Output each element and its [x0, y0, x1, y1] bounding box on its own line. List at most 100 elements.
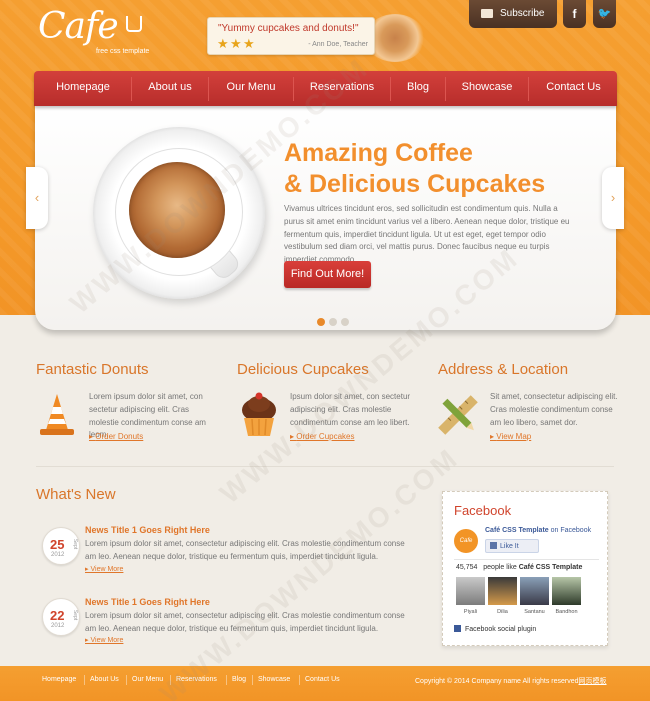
- order-donuts-link[interactable]: ▸ Order Donuts: [89, 432, 143, 441]
- footer-divider: [226, 675, 227, 685]
- star-icon: ★: [243, 36, 255, 51]
- view-more-label: View More: [90, 637, 124, 644]
- nav-item-blog[interactable]: Blog: [392, 71, 444, 106]
- like-count-page: Café CSS Template: [518, 564, 583, 571]
- nav-divider: [528, 77, 529, 101]
- view-more-link[interactable]: ▸ View More: [85, 565, 123, 573]
- page-avatar[interactable]: Cafe: [454, 529, 478, 553]
- quote-author: - Ann Doe, Teacher: [308, 41, 368, 48]
- facebook-plugin-link[interactable]: Facebook social plugin: [454, 625, 536, 633]
- watermark: WWW.DOWNDEMO.COM: [154, 441, 465, 701]
- subscribe-button[interactable]: Subscribe: [469, 0, 557, 28]
- feature-text-location: Sit amet, consectetur adipiscing elit. C…: [490, 392, 618, 427]
- nav-item-contact-us[interactable]: Contact Us: [530, 71, 617, 106]
- avatar[interactable]: [520, 577, 549, 605]
- twitter-icon[interactable]: 🐦: [593, 0, 616, 28]
- nav-item-our-menu[interactable]: Our Menu: [210, 71, 292, 106]
- news-day: 22: [50, 608, 65, 623]
- news-title[interactable]: News Title 1 Goes Right Here: [85, 525, 210, 535]
- hero-title-line1: Amazing Coffee: [284, 139, 473, 167]
- testimonial-quote: "Yummy cupcakes and donuts!" ★ ★ ★ - Ann…: [207, 17, 375, 55]
- page-on-facebook: on Facebook: [550, 527, 592, 534]
- nav-divider: [445, 77, 446, 101]
- like-label: Like It: [500, 543, 519, 550]
- news-month: Sept: [72, 609, 79, 621]
- star-icon: ★: [217, 36, 229, 51]
- news-year: 2012: [51, 623, 65, 629]
- section-divider: [36, 466, 614, 467]
- nav-divider: [390, 77, 391, 101]
- view-map-link[interactable]: ▸ View Map: [490, 432, 531, 441]
- facebook-widget: Facebook Cafe Café CSS Template on Faceb…: [442, 491, 608, 646]
- ruler-pencil-icon: [437, 392, 479, 438]
- nav-item-homepage[interactable]: Homepage: [34, 71, 132, 106]
- thumbs-up-icon: [490, 542, 497, 549]
- slider-next-arrow-icon[interactable]: ›: [602, 167, 624, 229]
- slider-prev-arrow-icon[interactable]: ‹: [26, 167, 48, 229]
- news-date-badge: 22 2012 Sept: [42, 598, 80, 636]
- template-link[interactable]: 网页模板: [579, 678, 607, 685]
- slider-dot-active[interactable]: [317, 318, 325, 326]
- cup-icon: [126, 16, 142, 32]
- news-month: Sept: [72, 538, 79, 550]
- news-title[interactable]: News Title 1 Goes Right Here: [85, 597, 210, 607]
- like-count: 45,754 people like Café CSS Template: [456, 564, 582, 571]
- hero-description: Vivamus ultrices tincidunt eros, sed sol…: [284, 204, 570, 265]
- footer-divider: [126, 675, 127, 685]
- view-more-link[interactable]: ▸ View More: [85, 636, 123, 644]
- slider-dot[interactable]: [329, 318, 337, 326]
- facebook-icon[interactable]: f: [563, 0, 586, 28]
- traffic-cone-icon: [36, 392, 78, 438]
- facebook-page-name[interactable]: Café CSS Template on Facebook: [485, 527, 591, 534]
- news-year: 2012: [51, 552, 65, 558]
- avatar[interactable]: [552, 577, 581, 605]
- facebook-widget-title: Facebook: [454, 503, 512, 518]
- nav-divider: [131, 77, 132, 101]
- whats-new-title: What's New: [36, 486, 116, 503]
- envelope-icon: [481, 9, 493, 18]
- nav-divider: [208, 77, 209, 101]
- bird-icon: 🐦: [597, 8, 612, 20]
- avatar[interactable]: [456, 577, 485, 605]
- news-date-badge: 25 2012 Sept: [42, 527, 80, 565]
- like-count-text: people like: [483, 564, 517, 571]
- logo-tagline: free css template: [96, 48, 150, 55]
- view-more-label: View More: [90, 566, 124, 573]
- nav-item-showcase[interactable]: Showcase: [447, 71, 527, 106]
- logo-text: Cafe: [38, 6, 119, 47]
- footer-divider: [252, 675, 253, 685]
- page-name: Café CSS Template: [485, 527, 549, 534]
- divider: [454, 559, 599, 560]
- quote-text: "Yummy cupcakes and donuts!": [218, 23, 359, 34]
- friend-name[interactable]: Dilia: [488, 609, 517, 615]
- logo[interactable]: Cafe free css template: [38, 6, 168, 60]
- avatar[interactable]: [488, 577, 517, 605]
- star-icon: ★: [230, 36, 242, 51]
- find-out-more-button[interactable]: Find Out More!: [284, 261, 371, 288]
- cupcake-icon: [238, 392, 280, 438]
- like-count-number: 45,754: [456, 564, 478, 571]
- footer-link-about-us[interactable]: About Us: [90, 676, 119, 683]
- footer-link-homepage[interactable]: Homepage: [42, 676, 76, 683]
- copyright-text: Copyright © 2014 Company name All rights…: [415, 676, 607, 686]
- nav-item-about-us[interactable]: About us: [133, 71, 207, 106]
- nav-divider: [293, 77, 294, 101]
- feature-title-location: Address & Location: [438, 361, 569, 378]
- footer-link-contact-us[interactable]: Contact Us: [305, 676, 340, 683]
- footer-link-showcase[interactable]: Showcase: [258, 676, 290, 683]
- news-day: 25: [50, 537, 65, 552]
- order-donuts-label: Order Donuts: [95, 432, 144, 441]
- subscribe-label: Subscribe: [500, 8, 545, 19]
- view-map-label: View Map: [496, 432, 532, 441]
- hero-title: Amazing Coffee & Delicious Cupcakes: [284, 138, 545, 200]
- hero-title-line2: & Delicious Cupcakes: [284, 170, 546, 198]
- friend-name[interactable]: Santanu: [520, 609, 549, 615]
- footer-link-blog[interactable]: Blog: [232, 676, 246, 683]
- footer-divider: [299, 675, 300, 685]
- copyright: Copyright © 2014 Company name All rights…: [415, 678, 579, 685]
- like-button[interactable]: Like It: [485, 539, 539, 553]
- facebook-icon: [454, 625, 461, 632]
- slider-dot[interactable]: [341, 318, 349, 326]
- friend-name[interactable]: Piyali: [456, 609, 485, 615]
- friend-name[interactable]: Bandhon: [552, 609, 581, 615]
